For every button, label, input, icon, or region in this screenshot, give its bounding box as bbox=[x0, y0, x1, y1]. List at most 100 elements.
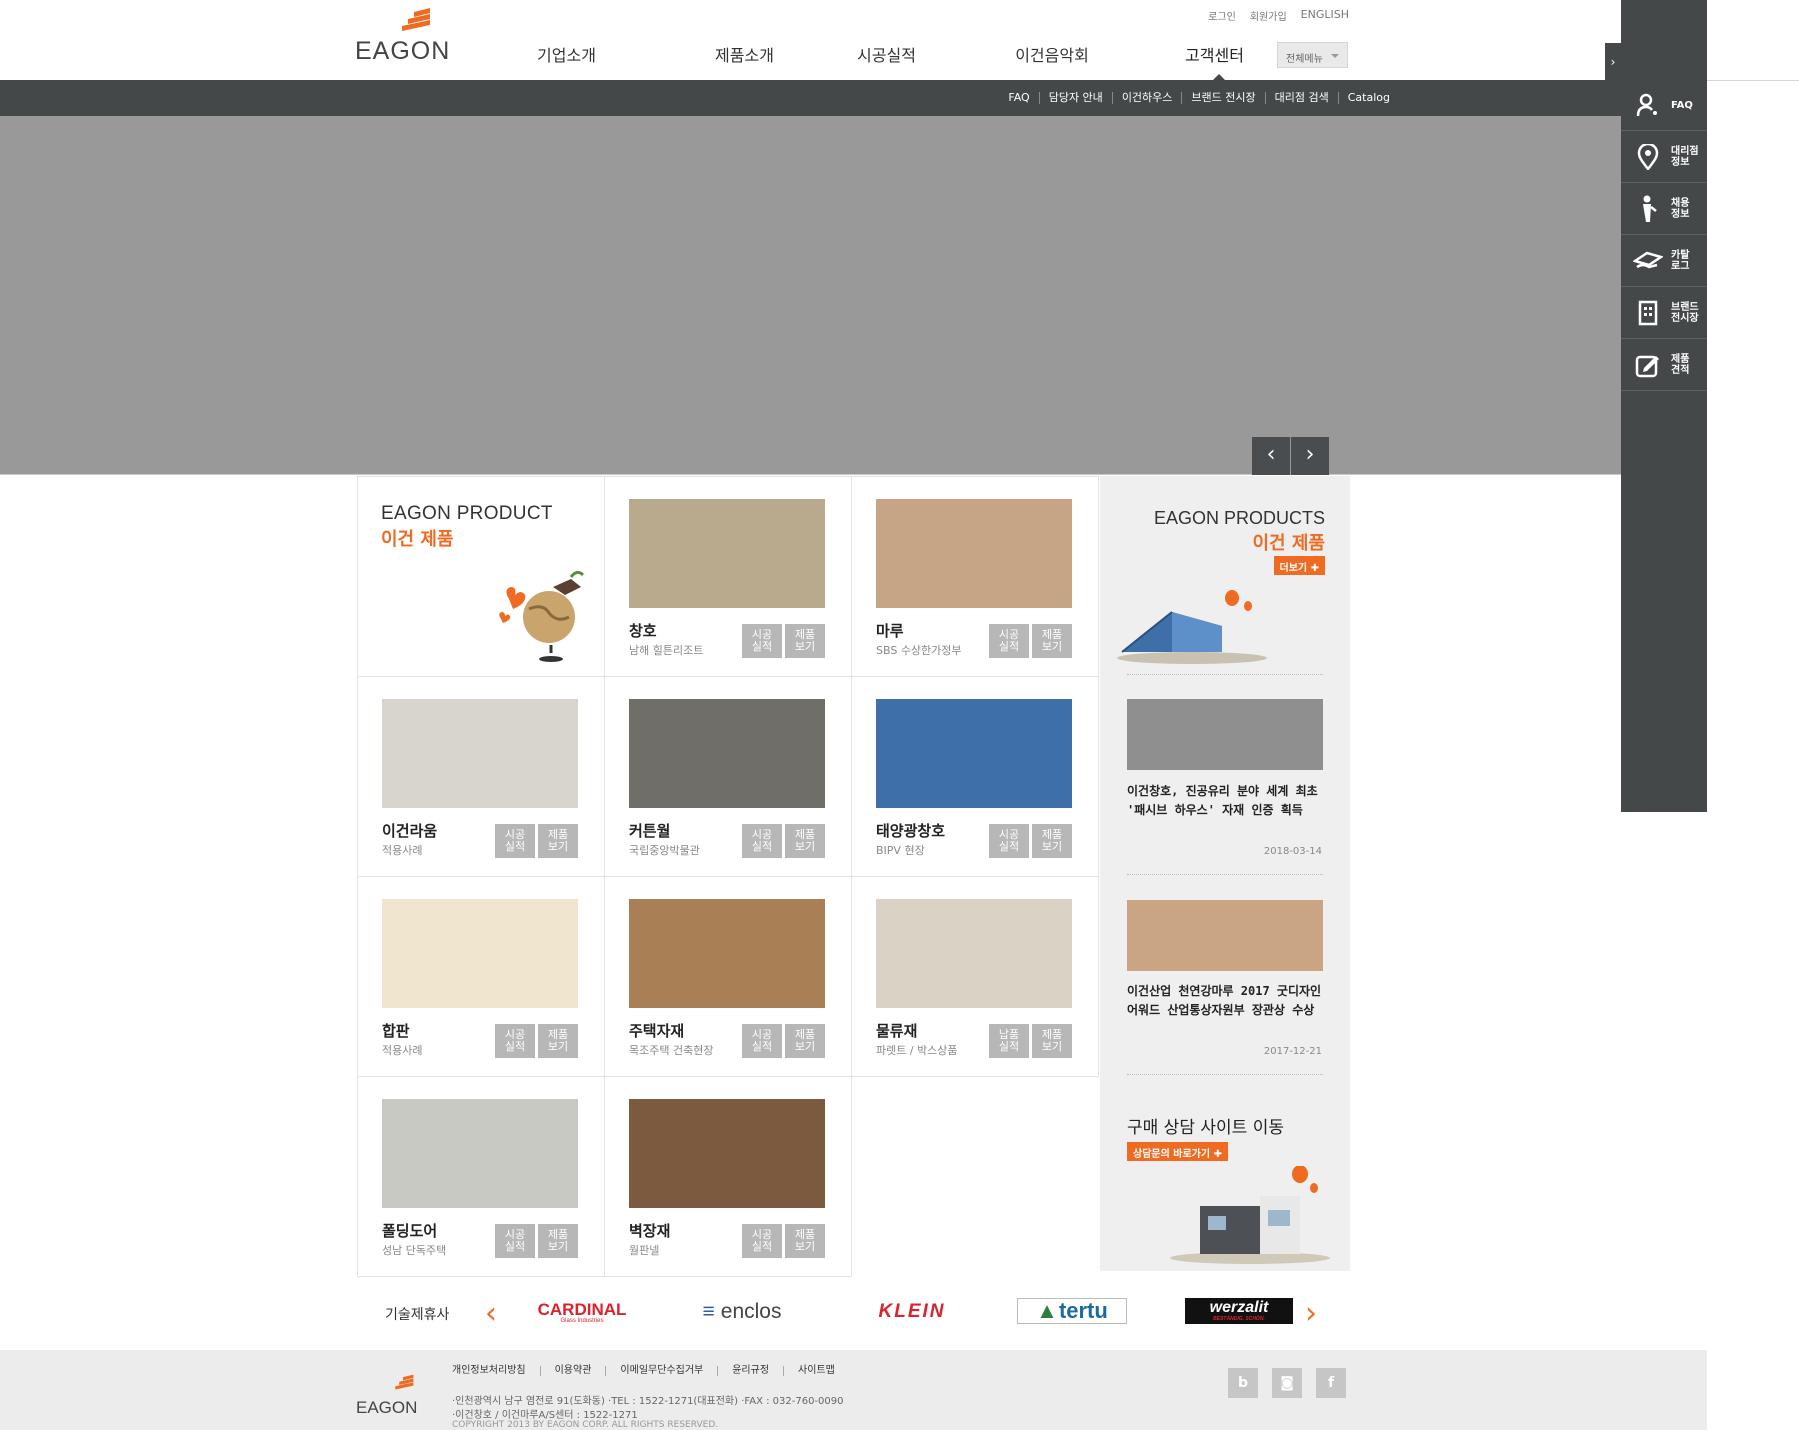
subnav-faq[interactable]: FAQ bbox=[999, 92, 1038, 104]
footer-logo-wordmark: EAGON bbox=[356, 1398, 418, 1417]
view-product-button[interactable]: 제품 보기 bbox=[538, 824, 578, 858]
footer-link-privacy[interactable]: 개인정보처리방침 bbox=[452, 1366, 540, 1376]
partner-logo-werzalit[interactable]: werzalit BESTÄNDIG. SCHÖN. bbox=[1185, 1298, 1293, 1324]
news-date: 2017-12-21 bbox=[1263, 1046, 1322, 1057]
partner-logo-tertu[interactable]: ▲ tertu bbox=[1017, 1298, 1127, 1324]
nav-item-products[interactable]: 제품소개 bbox=[696, 42, 793, 66]
product-image[interactable] bbox=[876, 499, 1072, 608]
news-title[interactable]: 이건창호, 진공유리 분야 세계 최초 '패시브 하우스' 자재 인증 획득 bbox=[1127, 782, 1323, 820]
rail-item-faq[interactable]: FAQ bbox=[1621, 80, 1707, 131]
footer-links: 개인정보처리방침 이용약관 이메일무단수집거부 윤리규정 사이트맵 bbox=[452, 1366, 849, 1376]
news-title[interactable]: 이건산업 천연강마루 2017 굿디자인 어워드 산업통상자원부 장관상 수상 bbox=[1127, 982, 1323, 1020]
view-product-button[interactable]: 제품 보기 bbox=[785, 624, 825, 658]
rail-item-catalog[interactable]: 카탈 로그 bbox=[1621, 236, 1707, 287]
partners-label: 기술제휴사 bbox=[385, 1307, 450, 1323]
all-menu-button[interactable]: 전체메뉴 bbox=[1277, 42, 1348, 68]
news-image[interactable] bbox=[1127, 900, 1323, 971]
view-product-button[interactable]: 제품 보기 bbox=[538, 1024, 578, 1058]
nav-item-projects[interactable]: 시공실적 bbox=[855, 42, 918, 66]
nav-item-concert[interactable]: 이건음악회 bbox=[1012, 42, 1092, 66]
rail-toggle-button[interactable]: › bbox=[1605, 43, 1621, 81]
product-image[interactable] bbox=[382, 699, 578, 808]
consult-button[interactable]: 상담문의 바로가기 ✚ bbox=[1127, 1142, 1228, 1161]
view-product-button[interactable]: 제품 보기 bbox=[785, 1224, 825, 1258]
partners-next-button[interactable]: › bbox=[1305, 1296, 1317, 1331]
view-product-button[interactable]: 제품 보기 bbox=[1032, 824, 1072, 858]
projects-button[interactable]: 납품 실적 bbox=[989, 1024, 1029, 1058]
footer-link-no-email[interactable]: 이메일무단수집거부 bbox=[605, 1366, 717, 1376]
english-link[interactable]: ENGLISH bbox=[1301, 8, 1349, 23]
eagon-logo[interactable]: EAGON bbox=[355, 8, 449, 66]
footer-logo[interactable]: EAGON bbox=[356, 1374, 418, 1418]
subnav-eagon-house[interactable]: 이건하우스 bbox=[1111, 92, 1182, 104]
partner-logo-cardinal[interactable]: CARDINAL Glass Industries bbox=[527, 1298, 637, 1326]
partner-logo-enclos[interactable]: ≡ enclos bbox=[687, 1298, 797, 1326]
projects-button[interactable]: 시공 실적 bbox=[742, 824, 782, 858]
sidebar-title-en: EAGON PRODUCTS bbox=[1153, 508, 1325, 528]
more-button[interactable]: 더보기 ✚ bbox=[1273, 556, 1325, 575]
projects-button[interactable]: 시공 실적 bbox=[742, 1024, 782, 1058]
product-card-wall-panel: 벽장재 월판넬 시공 실적 제품 보기 bbox=[604, 1076, 852, 1277]
projects-button[interactable]: 시공 실적 bbox=[742, 624, 782, 658]
subnav-showroom[interactable]: 브랜드 전시장 bbox=[1181, 92, 1264, 104]
facebook-icon: f bbox=[1327, 1375, 1335, 1391]
rail-item-estimate[interactable]: 제품 견적 bbox=[1621, 340, 1707, 391]
blog-button[interactable]: b bbox=[1228, 1368, 1258, 1398]
product-image[interactable] bbox=[629, 899, 825, 1008]
product-image[interactable] bbox=[629, 699, 825, 808]
rail-item-recruit[interactable]: 채용 정보 bbox=[1621, 184, 1707, 235]
all-menu-label: 전체메뉴 bbox=[1286, 54, 1323, 65]
hero-banner bbox=[0, 116, 1621, 475]
login-link[interactable]: 로그인 bbox=[1208, 8, 1236, 23]
subnav-dealer-search[interactable]: 대리점 검색 bbox=[1264, 92, 1338, 104]
tertu-mark-icon: ▲ bbox=[1036, 1298, 1058, 1323]
rail-item-dealer[interactable]: 대리점 정보 bbox=[1621, 132, 1707, 183]
hero-prev-button[interactable]: ‹ bbox=[1252, 437, 1290, 475]
footer-link-terms[interactable]: 이용약관 bbox=[539, 1366, 606, 1376]
projects-button[interactable]: 시공 실적 bbox=[989, 824, 1029, 858]
product-image[interactable] bbox=[876, 699, 1072, 808]
product-desc: 성남 단독주택 bbox=[382, 1244, 447, 1257]
nav-item-customer-center[interactable]: 고객센터 bbox=[1183, 42, 1246, 66]
facebook-button[interactable]: f bbox=[1316, 1368, 1346, 1398]
view-product-button[interactable]: 제품 보기 bbox=[1032, 1024, 1072, 1058]
enclos-mark-icon: ≡ bbox=[702, 1300, 715, 1323]
partner-name: CARDINAL bbox=[537, 1300, 627, 1319]
partners-bar: 기술제휴사 ‹ CARDINAL Glass Industries ≡ encl… bbox=[357, 1290, 1357, 1335]
main-nav: 기업소개 제품소개 시공실적 이건음악회 고객센터 bbox=[535, 42, 1246, 66]
instagram-button[interactable]: ◙ bbox=[1272, 1368, 1302, 1398]
product-name: 마루 bbox=[876, 622, 904, 640]
product-name: 이건라움 bbox=[382, 822, 438, 840]
product-desc: BIPV 현장 bbox=[876, 844, 925, 857]
product-image[interactable] bbox=[876, 899, 1072, 1008]
footer-link-sitemap[interactable]: 사이트맵 bbox=[783, 1366, 849, 1376]
nav-item-company[interactable]: 기업소개 bbox=[535, 42, 598, 66]
rail-item-showroom[interactable]: 브랜드 전시장 bbox=[1621, 288, 1707, 339]
view-product-button[interactable]: 제품 보기 bbox=[785, 1024, 825, 1058]
product-image[interactable] bbox=[382, 1099, 578, 1208]
product-image[interactable] bbox=[629, 1099, 825, 1208]
view-product-button[interactable]: 제품 보기 bbox=[538, 1224, 578, 1258]
projects-button[interactable]: 시공 실적 bbox=[495, 1024, 535, 1058]
projects-button[interactable]: 시공 실적 bbox=[495, 1224, 535, 1258]
rail-label: 카탈 로그 bbox=[1671, 250, 1690, 272]
partners-prev-button[interactable]: ‹ bbox=[485, 1296, 497, 1331]
footer-link-ethics[interactable]: 윤리규정 bbox=[717, 1366, 783, 1376]
partner-name: KLEIN bbox=[878, 1301, 946, 1322]
hero-next-button[interactable]: › bbox=[1291, 437, 1329, 475]
view-product-button[interactable]: 제품 보기 bbox=[1032, 624, 1072, 658]
projects-button[interactable]: 시공 실적 bbox=[742, 1224, 782, 1258]
subnav-catalog[interactable]: Catalog bbox=[1337, 92, 1399, 104]
projects-button[interactable]: 시공 실적 bbox=[989, 624, 1029, 658]
projects-button[interactable]: 시공 실적 bbox=[495, 824, 535, 858]
view-product-button[interactable]: 제품 보기 bbox=[785, 824, 825, 858]
join-link[interactable]: 회원가입 bbox=[1250, 8, 1287, 23]
product-image[interactable] bbox=[382, 899, 578, 1008]
product-name: 폴딩도어 bbox=[382, 1222, 438, 1240]
instagram-icon: ◙ bbox=[1280, 1375, 1294, 1391]
subnav-contact[interactable]: 담당자 안내 bbox=[1038, 92, 1112, 104]
product-image[interactable] bbox=[629, 499, 825, 608]
sub-nav: FAQ 담당자 안내 이건하우스 브랜드 전시장 대리점 검색 Catalog bbox=[999, 92, 1399, 104]
partner-logo-klein[interactable]: KLEIN bbox=[857, 1298, 967, 1326]
news-image[interactable] bbox=[1127, 699, 1323, 770]
